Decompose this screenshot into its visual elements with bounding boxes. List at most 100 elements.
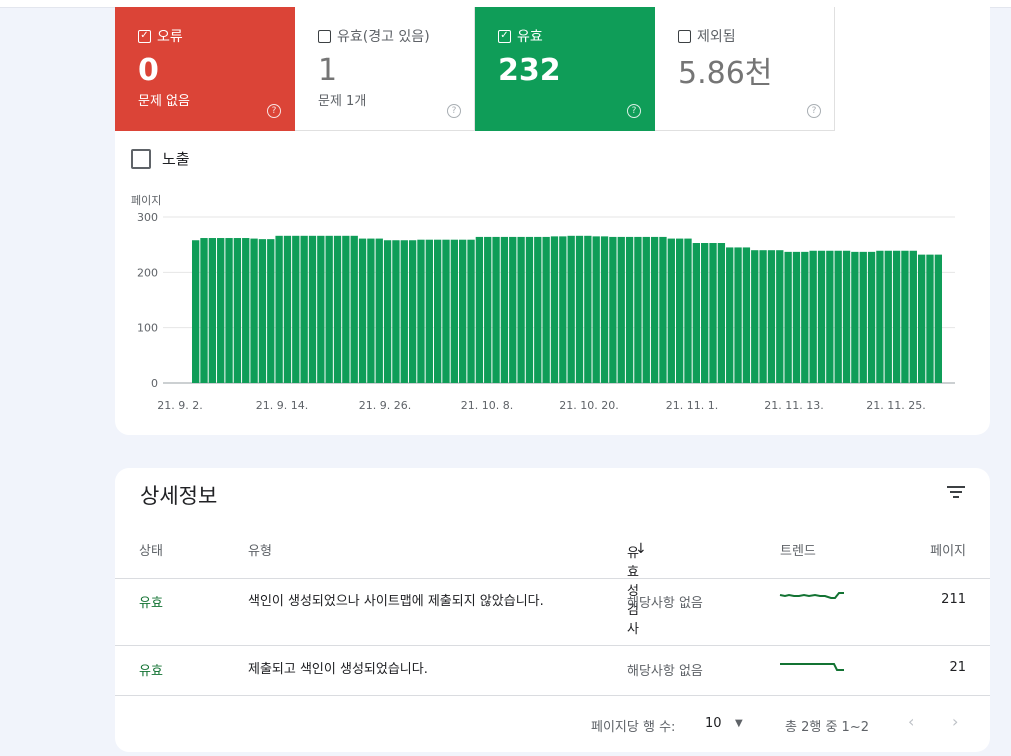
next-page-icon[interactable]: ›: [952, 712, 958, 731]
header-trend[interactable]: 트렌드: [780, 540, 816, 559]
header-pages[interactable]: 페이지: [930, 540, 966, 559]
bar[interactable]: [892, 250, 901, 383]
bar[interactable]: [684, 238, 692, 383]
table-row[interactable]: 유효 색인이 생성되었으나 사이트맵에 제출되지 않았습니다. 해당사항 없음 …: [115, 578, 990, 646]
bar[interactable]: [901, 250, 909, 383]
bar[interactable]: [425, 239, 433, 383]
help-icon[interactable]: ?: [807, 104, 821, 118]
bar[interactable]: [534, 236, 542, 383]
bar[interactable]: [559, 236, 567, 383]
bar[interactable]: [492, 236, 500, 383]
bar[interactable]: [592, 236, 600, 383]
bar[interactable]: [609, 236, 617, 383]
tile-error[interactable]: ✓ 오류 0 문제 없음 ?: [115, 7, 295, 131]
bar[interactable]: [333, 235, 342, 383]
bar[interactable]: [525, 236, 534, 383]
bar[interactable]: [358, 238, 367, 383]
bar[interactable]: [851, 251, 859, 383]
bar[interactable]: [542, 236, 550, 383]
bar[interactable]: [417, 239, 425, 383]
bar[interactable]: [634, 236, 642, 383]
bar[interactable]: [275, 235, 283, 383]
bar[interactable]: [726, 247, 734, 383]
bar[interactable]: [325, 235, 333, 383]
bar[interactable]: [584, 235, 592, 383]
bar[interactable]: [876, 250, 884, 383]
bar[interactable]: [342, 235, 350, 383]
bar[interactable]: [400, 240, 408, 383]
bar[interactable]: [233, 238, 242, 383]
bar[interactable]: [917, 254, 926, 383]
bar[interactable]: [701, 243, 709, 383]
bar[interactable]: [934, 254, 942, 383]
impressions-toggle[interactable]: 노출: [131, 148, 190, 169]
help-icon[interactable]: ?: [447, 104, 461, 118]
filter-icon[interactable]: [946, 484, 966, 500]
bar[interactable]: [909, 250, 917, 383]
bar[interactable]: [859, 251, 867, 383]
bar[interactable]: [575, 235, 584, 383]
bar[interactable]: [801, 251, 809, 383]
bar[interactable]: [392, 240, 400, 383]
bar[interactable]: [408, 240, 417, 383]
bar[interactable]: [225, 238, 233, 383]
bar[interactable]: [717, 243, 726, 383]
bar[interactable]: [759, 250, 767, 383]
bar[interactable]: [459, 239, 467, 383]
bar[interactable]: [792, 251, 801, 383]
bar[interactable]: [267, 239, 275, 383]
bar[interactable]: [500, 236, 509, 383]
bar[interactable]: [217, 238, 225, 383]
bar[interactable]: [826, 250, 834, 383]
bar[interactable]: [625, 236, 634, 383]
bar[interactable]: [884, 250, 892, 383]
checkbox-unchecked-icon[interactable]: [678, 29, 691, 43]
dropdown-caret-icon[interactable]: ▼: [735, 718, 743, 729]
bar[interactable]: [709, 243, 717, 383]
bar[interactable]: [242, 238, 250, 383]
bar[interactable]: [809, 250, 817, 383]
checkbox-unchecked-icon[interactable]: [318, 29, 331, 43]
bar[interactable]: [784, 251, 792, 383]
header-type[interactable]: 유형: [248, 540, 272, 559]
bar[interactable]: [208, 238, 217, 383]
header-status[interactable]: 상태: [139, 540, 163, 559]
bar[interactable]: [817, 250, 826, 383]
bar[interactable]: [467, 239, 475, 383]
bar[interactable]: [650, 236, 659, 383]
bar[interactable]: [776, 250, 784, 383]
bar[interactable]: [567, 235, 575, 383]
prev-page-icon[interactable]: ‹: [908, 712, 914, 731]
bar[interactable]: [767, 250, 776, 383]
bar[interactable]: [192, 240, 200, 383]
bar[interactable]: [308, 235, 317, 383]
bar[interactable]: [475, 236, 484, 383]
bar[interactable]: [517, 236, 525, 383]
bar[interactable]: [550, 236, 559, 383]
bar[interactable]: [317, 235, 325, 383]
bar[interactable]: [292, 235, 300, 383]
bar[interactable]: [433, 239, 442, 383]
bar[interactable]: [300, 235, 308, 383]
checkbox-checked-icon[interactable]: ✓: [498, 29, 511, 43]
help-icon[interactable]: ?: [267, 104, 281, 118]
bar[interactable]: [617, 236, 625, 383]
bar[interactable]: [367, 238, 375, 383]
bar[interactable]: [667, 238, 675, 383]
bar[interactable]: [600, 236, 609, 383]
bar[interactable]: [834, 250, 842, 383]
bar[interactable]: [250, 238, 258, 383]
tile-valid-with-warnings[interactable]: 유효(경고 있음) 1 문제 1개 ?: [295, 7, 475, 131]
bar[interactable]: [926, 254, 934, 383]
rows-per-page-select[interactable]: 10: [705, 716, 722, 731]
bar[interactable]: [200, 238, 208, 383]
bar[interactable]: [659, 236, 667, 383]
tile-excluded[interactable]: 제외됨 5.86천 ?: [655, 7, 835, 131]
help-icon[interactable]: ?: [627, 104, 641, 118]
bar[interactable]: [751, 250, 759, 383]
bar[interactable]: [442, 239, 450, 383]
checkbox-unchecked-icon[interactable]: [131, 148, 151, 169]
bar[interactable]: [375, 238, 383, 383]
bar[interactable]: [258, 239, 267, 383]
bar[interactable]: [350, 235, 358, 383]
